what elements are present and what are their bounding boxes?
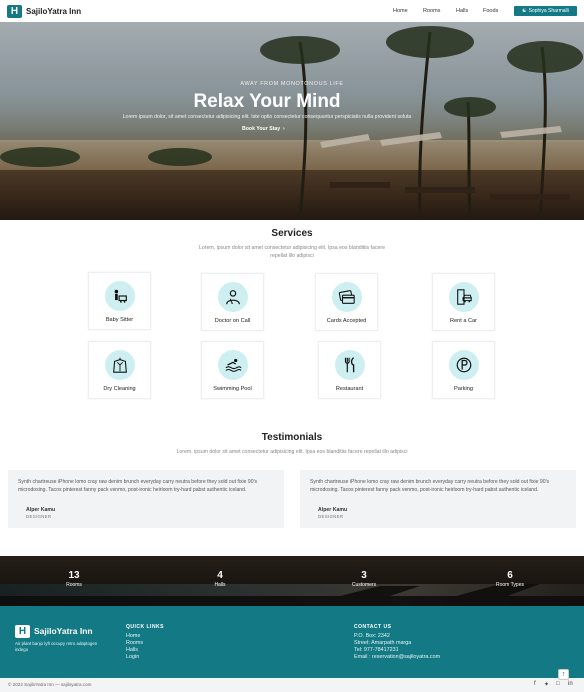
- contact-title: CONTACT US: [354, 624, 392, 630]
- testimonials-description: Lorem, ipsum dolor sit amet consectetur …: [176, 449, 408, 455]
- service-label: Swimming Pool: [213, 386, 252, 392]
- services-description-line2: repellat illo adipisci: [270, 253, 314, 259]
- stat-number: 4: [217, 570, 223, 581]
- nav-link-foods[interactable]: Foods: [483, 8, 498, 14]
- service-card-baby-sitter[interactable]: Baby Sitter: [88, 272, 151, 330]
- restaurant-icon: [334, 350, 365, 380]
- testimonial-author: Alper Kamu: [318, 507, 348, 513]
- car-rental-icon: [448, 282, 479, 312]
- hero-overlay: [0, 22, 584, 220]
- service-label: Baby Sitter: [105, 317, 134, 323]
- baby-sitter-icon: [104, 281, 135, 311]
- service-card-restaurant[interactable]: Restaurant: [318, 341, 381, 399]
- contact-street: Street: Amarpath marga: [354, 640, 412, 646]
- service-card-parking[interactable]: Parking: [432, 341, 495, 399]
- hero-subtitle: AWAY FROM MONOTONOUS LIFE: [240, 81, 344, 87]
- contact-pobox: P.O. Box: 2342: [354, 633, 390, 639]
- twitter-icon[interactable]: ✦: [544, 681, 549, 688]
- dry-cleaning-icon: [104, 350, 135, 380]
- service-label: Parking: [454, 386, 473, 392]
- contact-email[interactable]: Email : reservation@sajiloyatra.com: [354, 654, 440, 660]
- user-account-button[interactable]: ☯ Sophiya Sharmalli: [514, 6, 577, 16]
- footer-bottom-bar: © 2022 SajiloYatra Inn — sajiloyatra.com…: [0, 678, 584, 692]
- brand-name[interactable]: SajiloYatra Inn: [26, 7, 81, 16]
- testimonial-role: DESIGNER: [318, 514, 344, 519]
- top-navbar: H SajiloYatra Inn Home Rooms Halls Foods…: [0, 0, 584, 22]
- nav-link-rooms[interactable]: Rooms: [423, 8, 440, 14]
- stat-room-types: 6 Room Types: [470, 570, 550, 588]
- testimonial-card: Synth chartreuse iPhone lomo cray raw de…: [300, 470, 576, 528]
- footer-link-halls[interactable]: Halls: [126, 647, 138, 653]
- book-stay-link[interactable]: Book Your Stay ›: [242, 126, 285, 132]
- footer-link-login[interactable]: Login: [126, 654, 139, 660]
- stat-label: Room Types: [496, 582, 524, 588]
- service-card-doctor[interactable]: Doctor on Call: [201, 273, 264, 331]
- facebook-icon[interactable]: f: [534, 681, 536, 687]
- services-description-line1: Lorem, ipsum dolor sit amet consectetur …: [199, 245, 385, 251]
- services-description: Lorem, ipsum dolor sit amet consectetur …: [0, 244, 584, 260]
- service-label: Rent a Car: [449, 318, 478, 324]
- service-card-rent-car[interactable]: Rent a Car: [432, 273, 495, 331]
- contact-tel: Tel: 977-78417231: [354, 647, 399, 653]
- footer-logo-icon[interactable]: H: [15, 625, 30, 638]
- doctor-icon: [217, 282, 248, 312]
- hero-description: Lorem ipsum dolor, sit amet consectetur …: [122, 114, 412, 120]
- user-name-label: Sophiya Sharmalli: [528, 8, 569, 14]
- service-card-dry-cleaning[interactable]: Dry Cleaning: [88, 341, 151, 399]
- linkedin-icon[interactable]: in: [568, 681, 573, 687]
- stat-halls: 4 Halls: [180, 570, 260, 588]
- testimonial-role: DESIGNER: [26, 514, 52, 519]
- testimonial-text: Synth chartreuse iPhone lomo cray raw de…: [310, 479, 550, 493]
- stats-banner: 13 Rooms 4 Halls 3 Customers 6 Room Type…: [0, 556, 584, 606]
- arrow-right-icon: ›: [281, 126, 285, 132]
- book-stay-label: Book Your Stay: [242, 126, 281, 132]
- service-label: Dry Cleaning: [103, 386, 136, 392]
- stat-customers: 3 Customers: [324, 570, 404, 588]
- stat-label: Rooms: [66, 582, 82, 588]
- stat-rooms: 13 Rooms: [34, 570, 114, 588]
- testimonial-text: Synth chartreuse iPhone lomo cray raw de…: [18, 479, 258, 493]
- stat-number: 6: [507, 570, 513, 581]
- credit-card-icon: [331, 282, 362, 312]
- chevron-up-icon: ↑: [561, 671, 566, 678]
- testimonials-title: Testimonials: [261, 432, 323, 443]
- instagram-icon[interactable]: □: [556, 681, 560, 687]
- footer-brand[interactable]: SajiloYatra Inn: [34, 626, 93, 636]
- stat-label: Halls: [214, 582, 226, 588]
- hero-banner: AWAY FROM MONOTONOUS LIFE Relax Your Min…: [0, 22, 584, 220]
- swimming-pool-icon: [217, 350, 248, 380]
- logo-icon[interactable]: H: [7, 4, 22, 18]
- user-icon: ☯: [522, 8, 527, 14]
- footer-link-home[interactable]: Home: [126, 633, 140, 639]
- parking-icon: [448, 350, 479, 380]
- service-card-swimming-pool[interactable]: Swimming Pool: [201, 341, 264, 399]
- testimonial-author: Alper Kamu: [26, 507, 56, 513]
- service-label: Cards Accepted: [326, 318, 367, 324]
- footer-link-rooms[interactable]: Rooms: [126, 640, 143, 646]
- service-card-cards-accepted[interactable]: Cards Accepted: [315, 273, 378, 331]
- services-title: Services: [271, 228, 313, 239]
- hero-title: Relax Your Mind: [193, 91, 341, 112]
- nav-link-home[interactable]: Home: [393, 8, 408, 14]
- copyright-text: © 2022 SajiloYatra Inn — sajiloyatra.com: [8, 682, 92, 687]
- service-label: Restaurant: [335, 386, 364, 392]
- scroll-to-top-button[interactable]: ↑: [558, 669, 569, 680]
- quick-links-title: QUICK LINKS: [126, 624, 164, 630]
- stat-number: 3: [361, 570, 367, 581]
- site-footer: H SajiloYatra Inn Air plant banjo lyft o…: [0, 606, 584, 678]
- stat-label: Customers: [351, 582, 377, 588]
- footer-about: Air plant banjo lyft occupy retro adapto…: [15, 641, 98, 652]
- testimonial-card: Synth chartreuse iPhone lomo cray raw de…: [8, 470, 284, 528]
- nav-link-halls[interactable]: Halls: [456, 8, 468, 14]
- service-label: Doctor on Call: [214, 318, 251, 324]
- stat-number: 13: [68, 570, 80, 581]
